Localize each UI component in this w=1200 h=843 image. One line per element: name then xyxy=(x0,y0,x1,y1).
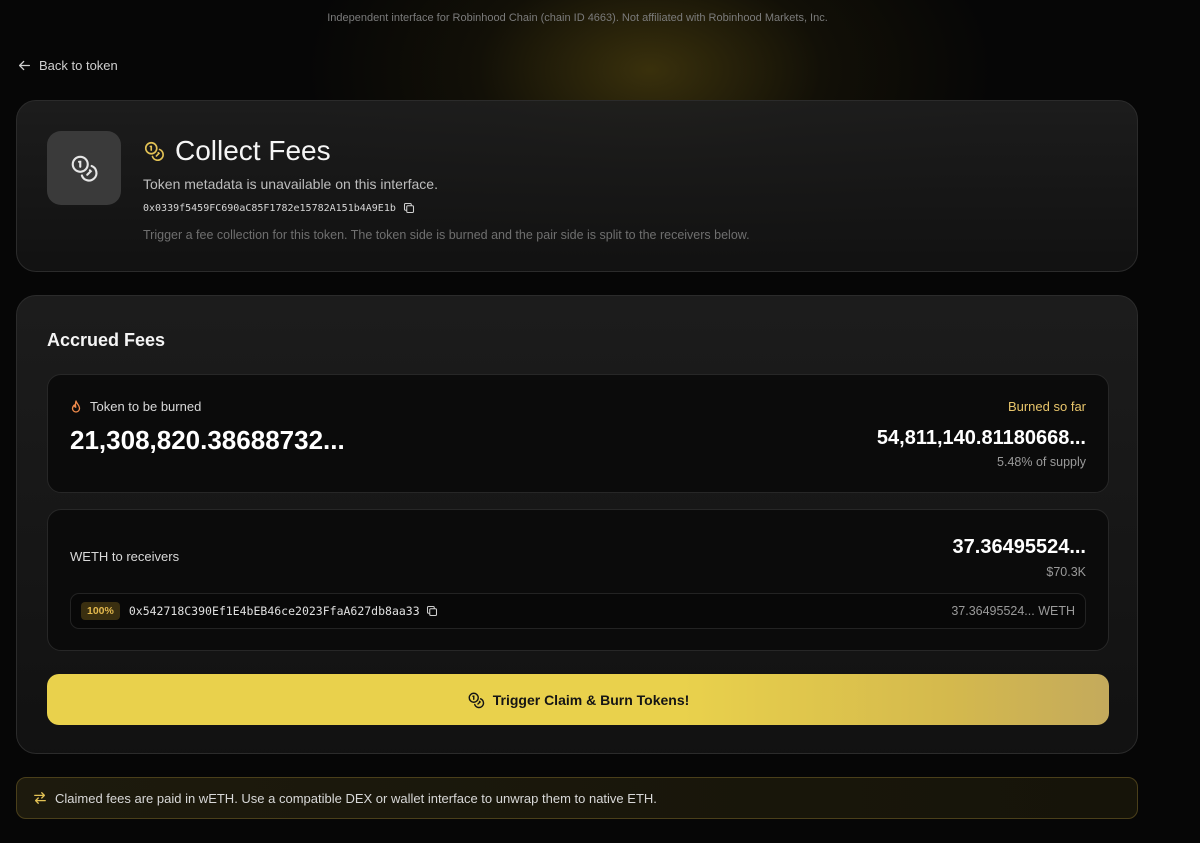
token-header-card: Collect Fees Token metadata is unavailab… xyxy=(16,100,1138,272)
burn-amount: 21,308,820.38688732... xyxy=(70,425,345,455)
back-label: Back to token xyxy=(39,58,118,73)
accrued-fees-card: Accrued Fees Token to be burned 21,308,8… xyxy=(16,295,1138,754)
section-title: Accrued Fees xyxy=(47,330,166,350)
coins-icon xyxy=(144,141,164,161)
coins-icon xyxy=(468,692,484,708)
flame-icon xyxy=(71,399,81,413)
trigger-claim-burn-button[interactable]: Trigger Claim & Burn Tokens! xyxy=(47,674,1109,725)
burned-percent-of-supply: 5.48% of supply xyxy=(997,455,1086,469)
coins-icon xyxy=(71,155,98,182)
burned-so-far-label: Burned so far xyxy=(1007,399,1086,414)
disclaimer-banner: Independent interface for Robinhood Chai… xyxy=(327,12,828,24)
title-row: Collect Fees xyxy=(143,135,331,167)
arrow-left-icon xyxy=(18,60,31,71)
weth-usd-value: $70.3K xyxy=(1046,565,1086,579)
copy-icon[interactable] xyxy=(426,605,438,617)
page-title: Collect Fees xyxy=(175,135,331,166)
metadata-message: Token metadata is unavailable on this in… xyxy=(143,176,438,192)
notice-text: Claimed fees are paid in wETH. Use a com… xyxy=(55,790,657,806)
weth-panel: WETH to receivers 37.36495524... $70.3K … xyxy=(47,509,1109,651)
receiver-row: 100% 0x542718C390Ef1E4bEB46ce2023FfaA627… xyxy=(70,593,1086,629)
receiver-address: 0x542718C390Ef1E4bEB46ce2023FfaA627db8aa… xyxy=(128,604,420,618)
burn-panel: Token to be burned 21,308,820.38688732..… xyxy=(47,374,1109,493)
weth-amount: 37.36495524... xyxy=(952,536,1086,558)
page-description: Trigger a fee collection for this token.… xyxy=(143,228,750,242)
weth-label: WETH to receivers xyxy=(70,549,180,564)
receiver-amount: 37.36495524... WETH xyxy=(951,604,1075,618)
burned-so-far-amount: 54,811,140.81180668... xyxy=(876,427,1086,449)
burn-label: Token to be burned xyxy=(90,399,202,414)
trigger-claim-burn-label: Trigger Claim & Burn Tokens! xyxy=(492,691,690,708)
swap-arrows-icon xyxy=(34,792,46,804)
weth-notice: Claimed fees are paid in wETH. Use a com… xyxy=(16,777,1138,819)
burn-label-row: Token to be burned xyxy=(70,399,201,414)
back-to-token-link[interactable]: Back to token xyxy=(18,58,118,73)
copy-icon[interactable] xyxy=(403,202,415,214)
token-address-row: 0x0339f5459FC690aC85F1782e15782A151b4A9E… xyxy=(143,202,415,214)
token-address: 0x0339f5459FC690aC85F1782e15782A151b4A9E… xyxy=(143,202,396,214)
token-avatar xyxy=(47,131,121,205)
receiver-share-badge: 100% xyxy=(81,602,120,620)
